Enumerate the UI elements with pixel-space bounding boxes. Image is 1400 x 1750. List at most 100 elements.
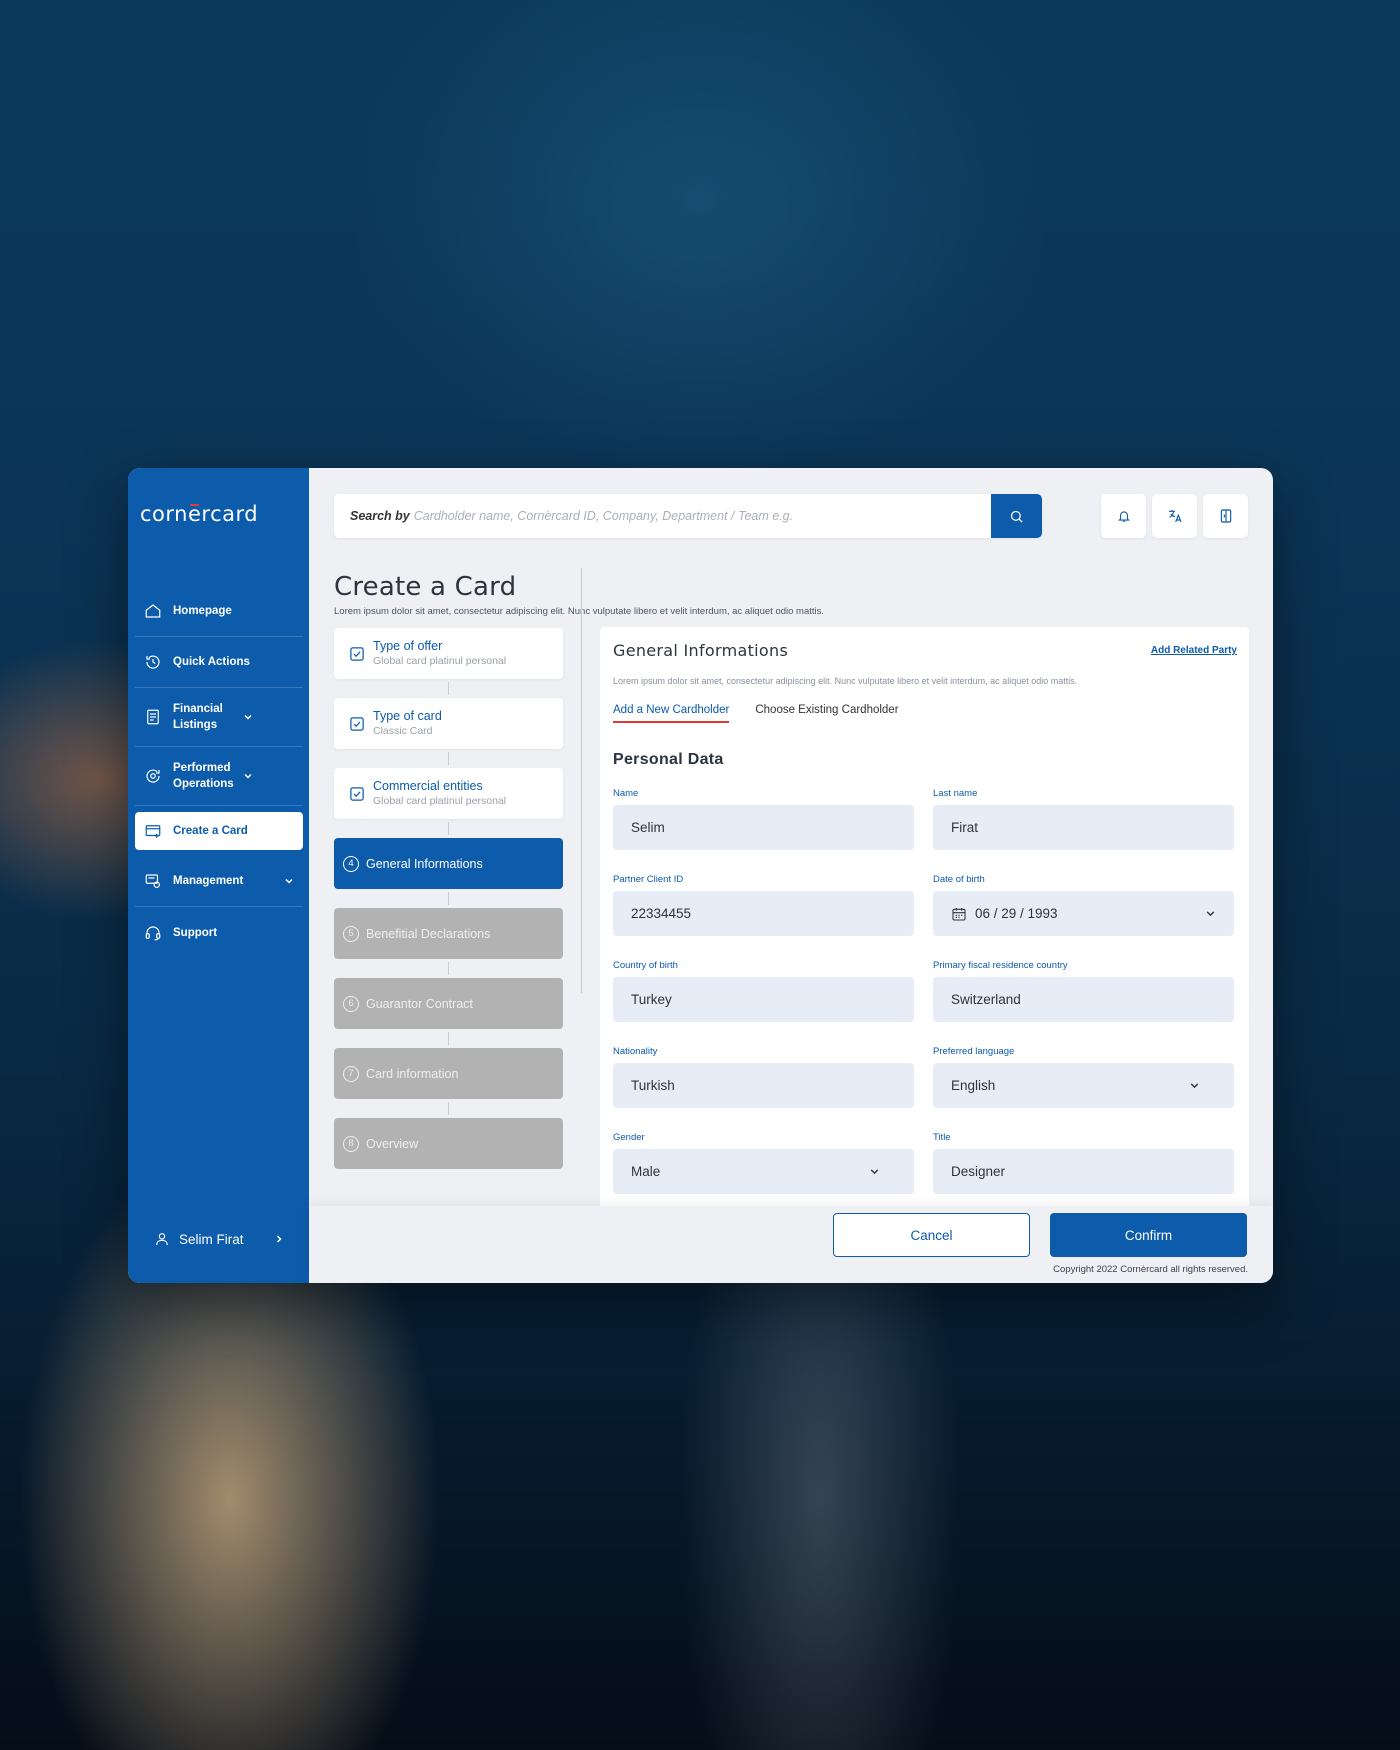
step-benefitial-declarations[interactable]: 5 Benefitial Declarations — [334, 908, 563, 959]
sidebar-item-label: Homepage — [173, 605, 232, 617]
field-value: Male — [631, 1164, 661, 1179]
gender-field: Gender Male — [613, 1132, 914, 1194]
sidebar-item-management[interactable]: Management — [135, 856, 303, 907]
step-card-information[interactable]: 7 Card information — [334, 1048, 563, 1099]
chevron-right-icon — [276, 1235, 282, 1243]
sidebar-item-support[interactable]: Support — [135, 907, 303, 958]
card-plus-icon — [145, 825, 161, 838]
divider — [581, 568, 582, 993]
chevron-down-icon — [1190, 1083, 1199, 1089]
step-label: Overview — [366, 1136, 419, 1151]
sidebar-item-quick-actions[interactable]: Quick Actions — [135, 637, 303, 688]
step-number: 6 — [343, 995, 359, 1012]
layout-toggle-button[interactable] — [1203, 494, 1248, 538]
step-number: 7 — [343, 1065, 359, 1082]
partner-client-id-field: Partner Client ID 22334455 — [613, 874, 914, 936]
partner-client-id-input[interactable]: 22334455 — [613, 891, 914, 936]
last-name-field: Last name Firat — [933, 788, 1234, 850]
tab-choose-existing-cardholder[interactable]: Choose Existing Cardholder — [755, 704, 898, 723]
field-label: Title — [933, 1132, 951, 1143]
search-bar: Search by — [334, 494, 1042, 538]
search-input[interactable] — [413, 494, 991, 538]
field-value: Designer — [951, 1164, 1006, 1179]
sidebar-item-label: Performed Operations — [173, 762, 234, 790]
step-general-informations[interactable]: 4 General Informations — [334, 838, 563, 889]
step-type-of-offer[interactable]: Type of offer Global card platinul perso… — [334, 628, 563, 679]
fiscal-residence-input[interactable]: Switzerland — [933, 977, 1234, 1022]
step-title: Type of card — [373, 709, 442, 723]
step-label: Card information — [366, 1066, 459, 1081]
nationality-input[interactable]: Turkish — [613, 1063, 914, 1108]
step-label: Benefitial Declarations — [366, 926, 491, 941]
step-commercial-entities[interactable]: Commercial entities Global card platinul… — [334, 768, 563, 819]
search-button[interactable] — [991, 494, 1042, 538]
preferred-language-select[interactable]: English — [933, 1063, 1234, 1108]
cancel-button[interactable]: Cancel — [833, 1213, 1030, 1257]
field-label: Last name — [933, 788, 978, 799]
title-input[interactable]: Designer — [933, 1149, 1234, 1194]
user-icon — [156, 1233, 168, 1246]
sidebar-item-performed-operations[interactable]: Performed Operations — [135, 747, 303, 806]
history-icon — [146, 655, 160, 669]
step-overview[interactable]: 8 Overview — [334, 1118, 563, 1169]
step-connector — [334, 819, 564, 838]
checkbox-checked-icon — [350, 716, 364, 731]
name-field: Name Selim — [613, 788, 914, 850]
chevron-down-icon — [285, 878, 293, 884]
checkbox-checked-icon — [350, 786, 364, 801]
step-subtitle: Global card platinul personal — [373, 795, 507, 807]
field-value: 06 / 29 / 1993 — [975, 906, 1058, 921]
step-connector — [334, 1029, 564, 1048]
step-title: Commercial entities — [373, 779, 483, 793]
sidebar-item-label: Support — [173, 926, 218, 939]
panel-toggle-icon — [1220, 509, 1231, 523]
add-related-party-link[interactable]: Add Related Party — [1151, 645, 1237, 656]
step-label: General Informations — [366, 856, 483, 871]
sidebar-nav: Homepage Quick Actions Financial Listing… — [135, 586, 303, 958]
step-number: 5 — [343, 925, 359, 942]
field-label: Gender — [613, 1132, 645, 1143]
step-connector — [334, 959, 564, 978]
language-button[interactable] — [1152, 494, 1197, 538]
user-menu[interactable]: Selim Firat — [154, 1231, 284, 1247]
tab-add-new-cardholder[interactable]: Add a New Cardholder — [613, 704, 730, 723]
notifications-button[interactable] — [1101, 494, 1146, 538]
step-type-of-card[interactable]: Type of card Classic Card — [334, 698, 563, 749]
sidebar-item-homepage[interactable]: Homepage — [135, 586, 303, 637]
gender-select[interactable]: Male — [613, 1149, 914, 1194]
date-of-birth-field: Date of birth 06 / 29 / 1993 — [933, 874, 1234, 936]
field-label: Preferred language — [933, 1046, 1015, 1057]
country-of-birth-field: Country of birth Turkey — [613, 960, 914, 1022]
headset-icon — [145, 925, 161, 940]
step-number: 8 — [343, 1135, 359, 1152]
panel-subtitle: Lorem ipsum dolor sit amet, consectetur … — [613, 676, 1078, 686]
sidebar: cornercard Homepage Quick Actions Financ… — [128, 468, 309, 1283]
field-value: English — [951, 1078, 996, 1093]
field-value: 22334455 — [631, 906, 692, 921]
step-connector — [334, 889, 564, 908]
field-value: Turkish — [631, 1078, 675, 1093]
last-name-input[interactable]: Firat — [933, 805, 1234, 850]
stepper: Type of offer Global card platinul perso… — [334, 628, 564, 1169]
sidebar-item-label: Quick Actions — [173, 656, 250, 668]
chevron-down-icon — [244, 773, 252, 779]
field-value: Turkey — [631, 992, 672, 1007]
chevron-down-icon — [1206, 911, 1215, 917]
step-subtitle: Global card platinul personal — [373, 655, 507, 667]
calendar-icon — [952, 907, 966, 921]
field-value: Firat — [951, 820, 978, 835]
field-label: Partner Client ID — [613, 874, 684, 885]
step-guarantor-contract[interactable]: 6 Guarantor Contract — [334, 978, 563, 1029]
app-window: cornercard Homepage Quick Actions Financ… — [128, 468, 1273, 1283]
fiscal-residence-field: Primary fiscal residence country Switzer… — [933, 960, 1234, 1022]
sidebar-item-label: Create a Card — [173, 825, 248, 837]
list-icon — [147, 709, 159, 725]
brand-logo[interactable]: cornercard — [140, 502, 258, 526]
sidebar-item-create-a-card[interactable]: Create a Card — [135, 812, 303, 850]
confirm-button[interactable]: Confirm — [1050, 1213, 1247, 1257]
date-of-birth-picker[interactable]: 06 / 29 / 1993 — [933, 891, 1234, 936]
field-label: Country of birth — [613, 960, 678, 971]
name-input[interactable]: Selim — [613, 805, 914, 850]
country-of-birth-input[interactable]: Turkey — [613, 977, 914, 1022]
sidebar-item-financial-listings[interactable]: Financial Listings — [135, 688, 303, 747]
